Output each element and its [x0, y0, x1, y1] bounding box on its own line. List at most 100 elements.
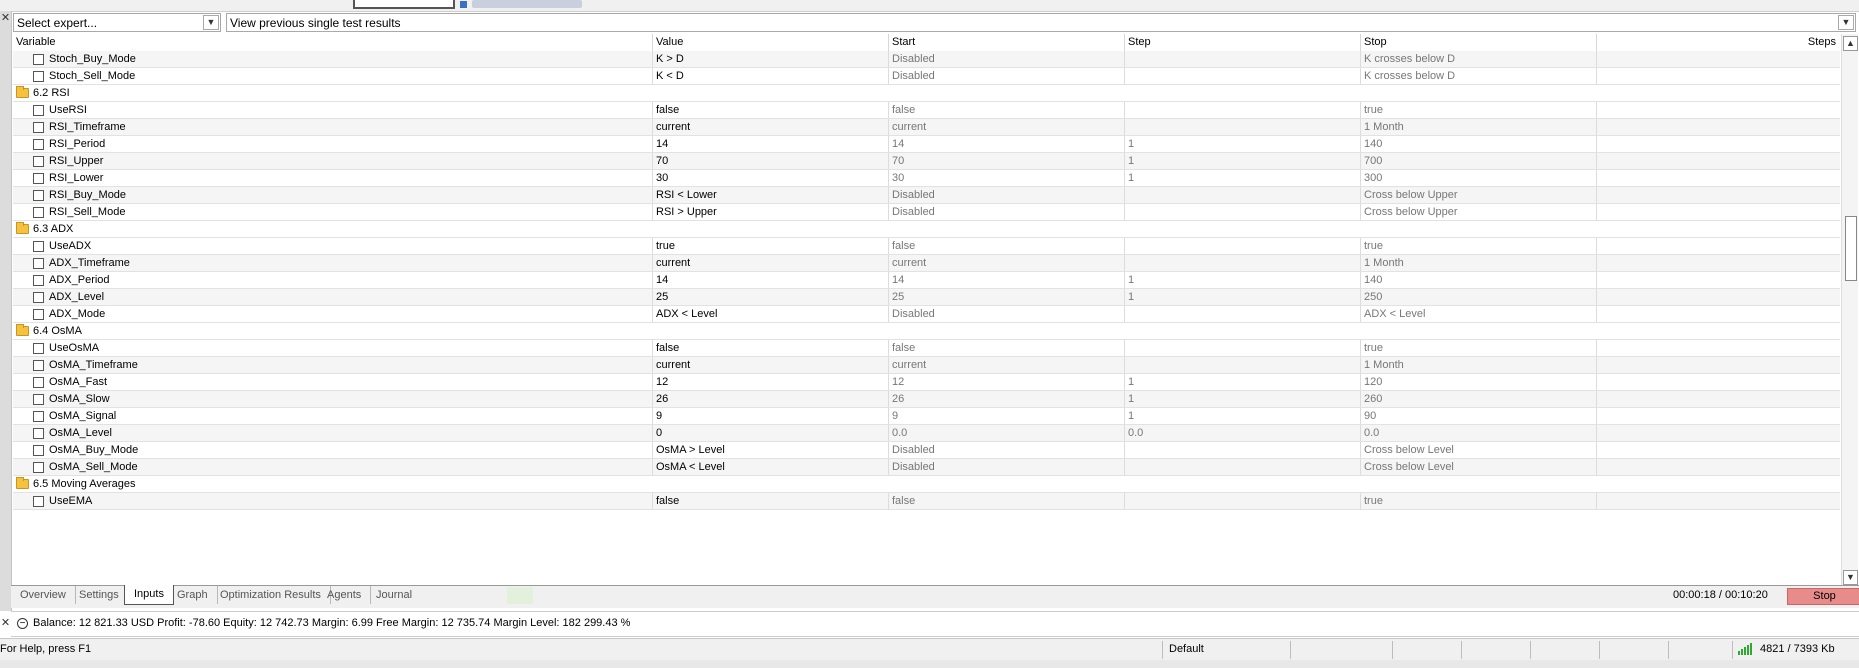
table-row[interactable]: OsMA_Buy_Mode OsMA > Level Disabled Cross b…	[13, 442, 1840, 459]
step-cell[interactable]	[1125, 68, 1361, 84]
steps-cell[interactable]	[1597, 204, 1840, 220]
step-cell[interactable]: 1	[1125, 153, 1361, 169]
tab-overview[interactable]: Overview	[11, 586, 76, 604]
table-row[interactable]: OsMA_Slow 26 26 1 260	[13, 391, 1840, 408]
step-cell[interactable]: 1	[1125, 289, 1361, 305]
column-header-variable[interactable]: Variable	[13, 34, 653, 51]
stop-cell[interactable]: 140	[1361, 136, 1597, 152]
value-cell[interactable]: 14	[653, 136, 889, 152]
table-row[interactable]: ADX_Period 14 14 1 140	[13, 272, 1840, 289]
step-cell[interactable]	[1125, 51, 1361, 67]
value-cell[interactable]: current	[653, 357, 889, 373]
table-row[interactable]: RSI_Buy_Mode RSI < Lower Disabled Cross bel…	[13, 187, 1840, 204]
scroll-up-icon[interactable]: ▲	[1843, 36, 1858, 51]
start-cell[interactable]: 30	[889, 170, 1125, 186]
steps-cell[interactable]	[1597, 340, 1840, 356]
stop-cell[interactable]: true	[1361, 493, 1597, 509]
column-header-value[interactable]: Value	[653, 34, 889, 51]
value-cell[interactable]: 70	[653, 153, 889, 169]
step-cell[interactable]	[1125, 340, 1361, 356]
stop-cell[interactable]: Cross below Upper	[1361, 187, 1597, 203]
step-cell[interactable]: 1	[1125, 136, 1361, 152]
stop-cell[interactable]: ADX < Level	[1361, 306, 1597, 322]
steps-cell[interactable]	[1597, 255, 1840, 271]
step-cell[interactable]	[1125, 442, 1361, 458]
steps-cell[interactable]	[1597, 68, 1840, 84]
value-cell[interactable]: 0	[653, 425, 889, 441]
close-icon[interactable]: ✕	[0, 616, 11, 630]
stop-cell[interactable]: Cross below Level	[1361, 459, 1597, 475]
step-cell[interactable]	[1125, 204, 1361, 220]
table-row[interactable]: OsMA_Fast 12 12 1 120	[13, 374, 1840, 391]
close-icon[interactable]: ✕	[0, 11, 11, 25]
step-cell[interactable]: 1	[1125, 391, 1361, 407]
stop-cell[interactable]: true	[1361, 238, 1597, 254]
group-row[interactable]: 6.3 ADX	[13, 221, 1840, 238]
vertical-scrollbar[interactable]: ▲ ▼	[1841, 34, 1858, 585]
value-cell[interactable]: 9	[653, 408, 889, 424]
value-cell[interactable]: current	[653, 255, 889, 271]
start-cell[interactable]: false	[889, 493, 1125, 509]
stop-cell[interactable]: 1 Month	[1361, 357, 1597, 373]
table-row[interactable]: RSI_Sell_Mode RSI > Upper Disabled Cross be…	[13, 204, 1840, 221]
start-cell[interactable]: 25	[889, 289, 1125, 305]
value-cell[interactable]: 14	[653, 272, 889, 288]
steps-cell[interactable]	[1597, 425, 1840, 441]
table-row[interactable]: ADX_Level 25 25 1 250	[13, 289, 1840, 306]
stop-cell[interactable]: true	[1361, 340, 1597, 356]
stop-cell[interactable]: K crosses below D	[1361, 51, 1597, 67]
stop-cell[interactable]: 140	[1361, 272, 1597, 288]
stop-cell[interactable]: 700	[1361, 153, 1597, 169]
stop-cell[interactable]: 1 Month	[1361, 255, 1597, 271]
steps-cell[interactable]	[1597, 136, 1840, 152]
minus-circle-icon[interactable]: −	[17, 618, 28, 629]
table-row[interactable]: Stoch_Buy_Mode K > D Disabled K crosses bel…	[13, 51, 1840, 68]
table-row[interactable]: UseEMA false false true	[13, 493, 1840, 510]
window-tab[interactable]	[353, 0, 455, 9]
dropdown-arrow-icon[interactable]: ▼	[203, 15, 219, 30]
table-row[interactable]: OsMA_Signal 9 9 1 90	[13, 408, 1840, 425]
step-cell[interactable]	[1125, 357, 1361, 373]
value-cell[interactable]: 12	[653, 374, 889, 390]
start-cell[interactable]: Disabled	[889, 68, 1125, 84]
value-cell[interactable]: OsMA < Level	[653, 459, 889, 475]
table-row[interactable]: Stoch_Sell_Mode K < D Disabled K crosses be…	[13, 68, 1840, 85]
start-cell[interactable]: false	[889, 238, 1125, 254]
step-cell[interactable]: 1	[1125, 408, 1361, 424]
stop-cell[interactable]: 300	[1361, 170, 1597, 186]
value-cell[interactable]: ADX < Level	[653, 306, 889, 322]
start-cell[interactable]: current	[889, 119, 1125, 135]
stop-cell[interactable]: 1 Month	[1361, 119, 1597, 135]
value-cell[interactable]: RSI > Upper	[653, 204, 889, 220]
step-cell[interactable]	[1125, 238, 1361, 254]
start-cell[interactable]: false	[889, 102, 1125, 118]
steps-cell[interactable]	[1597, 493, 1840, 509]
start-cell[interactable]: 0.0	[889, 425, 1125, 441]
table-row[interactable]: RSI_Lower 30 30 1 300	[13, 170, 1840, 187]
tab-inputs[interactable]: Inputs	[124, 585, 174, 605]
tab-optimization-results[interactable]: Optimization Results	[211, 586, 331, 604]
stop-cell[interactable]: 250	[1361, 289, 1597, 305]
start-cell[interactable]: current	[889, 255, 1125, 271]
start-cell[interactable]: 70	[889, 153, 1125, 169]
start-cell[interactable]: 9	[889, 408, 1125, 424]
scroll-down-icon[interactable]: ▼	[1843, 570, 1858, 585]
value-cell[interactable]: 30	[653, 170, 889, 186]
start-cell[interactable]: Disabled	[889, 442, 1125, 458]
dropdown-arrow-icon[interactable]: ▼	[1838, 15, 1854, 30]
steps-cell[interactable]	[1597, 102, 1840, 118]
table-row[interactable]: OsMA_Level 0 0.0 0.0 0.0	[13, 425, 1840, 442]
step-cell[interactable]: 1	[1125, 374, 1361, 390]
step-cell[interactable]	[1125, 255, 1361, 271]
value-cell[interactable]: OsMA > Level	[653, 442, 889, 458]
steps-cell[interactable]	[1597, 187, 1840, 203]
steps-cell[interactable]	[1597, 391, 1840, 407]
table-row[interactable]: RSI_Timeframe current current 1 Month	[13, 119, 1840, 136]
value-cell[interactable]: false	[653, 340, 889, 356]
stop-cell[interactable]: Cross below Level	[1361, 442, 1597, 458]
expert-select[interactable]: Select expert... ▼	[13, 13, 221, 32]
table-row[interactable]: OsMA_Timeframe current current 1 Month	[13, 357, 1840, 374]
stop-cell[interactable]: 0.0	[1361, 425, 1597, 441]
value-cell[interactable]: false	[653, 493, 889, 509]
steps-cell[interactable]	[1597, 408, 1840, 424]
